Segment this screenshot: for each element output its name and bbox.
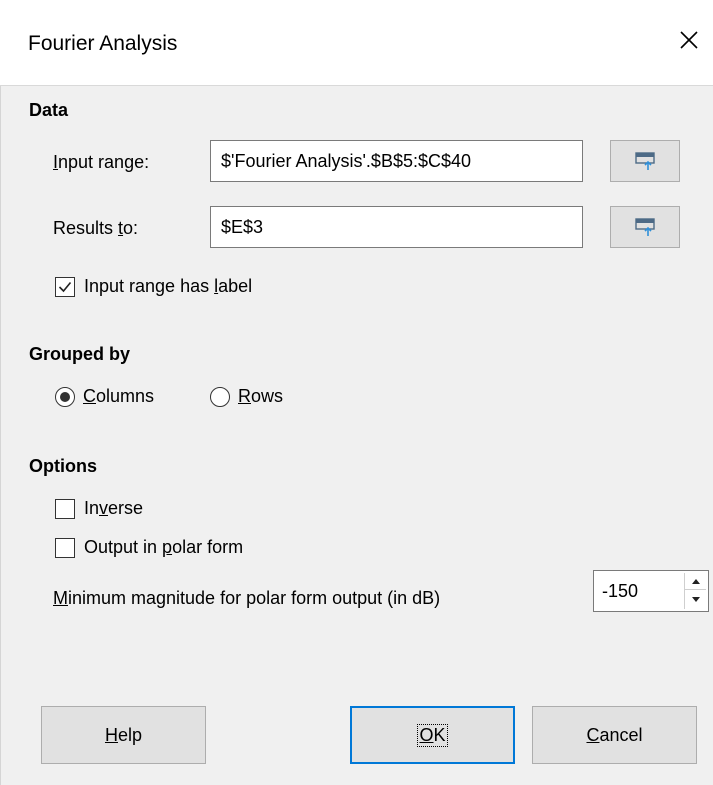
checkbox-box [55,276,75,297]
spin-buttons [684,573,706,609]
dialog-content: Data Input range: Results to: [0,86,713,785]
input-range-label: Input range: [53,152,150,172]
min-magnitude-value[interactable]: -150 [602,581,638,602]
dialog-title: Fourier Analysis [28,32,178,55]
ok-button-label: OK [417,723,448,747]
input-range-has-label-checkbox[interactable]: Input range has label [55,276,252,297]
min-magnitude-spinbox[interactable]: -150 [593,570,709,612]
close-button[interactable] [665,16,713,64]
radio-circle [210,386,230,407]
options-heading: Options [29,456,97,476]
ok-button[interactable]: OK [350,706,515,764]
inverse-label: Inverse [84,498,144,518]
spin-down-button[interactable] [685,591,706,608]
polar-form-checkbox[interactable]: Output in polar form [55,537,243,558]
polar-form-label: Output in polar form [84,537,244,557]
group-columns-radio[interactable]: Columns [55,386,154,407]
help-button-label: Help [104,724,143,745]
group-rows-label: Rows [238,386,284,406]
grouped-by-heading: Grouped by [29,344,131,364]
min-magnitude-label: Minimum magnitude for polar form output … [53,588,441,608]
input-range-shrink-button[interactable] [610,140,680,182]
title-bar: Fourier Analysis [0,0,713,86]
help-button[interactable]: Help [41,706,206,764]
shrink-dialog-icon [635,152,655,170]
data-heading: Data [29,100,69,120]
inverse-checkbox[interactable]: Inverse [55,498,143,519]
spin-down-icon [691,597,700,602]
input-range-has-label-text: Input range has label [84,276,253,296]
cancel-button[interactable]: Cancel [532,706,697,764]
fourier-analysis-dialog: Fourier Analysis Data Input range: Resul… [0,0,713,785]
shrink-dialog-icon [635,218,655,236]
group-columns-label: Columns [83,386,155,406]
cancel-button-label: Cancel [586,724,643,745]
results-to-shrink-button[interactable] [610,206,680,248]
group-rows-radio[interactable]: Rows [210,386,283,407]
checkmark-icon [58,281,72,292]
results-to-label: Results to: [53,218,139,238]
checkbox-box [55,537,75,558]
input-range-field[interactable] [210,140,583,182]
results-to-field[interactable] [210,206,583,248]
radio-selected-dot [60,391,70,402]
spin-up-icon [691,578,700,584]
close-icon [680,31,698,49]
radio-circle [55,386,75,407]
checkbox-box [55,498,75,519]
spin-up-button[interactable] [685,573,706,590]
